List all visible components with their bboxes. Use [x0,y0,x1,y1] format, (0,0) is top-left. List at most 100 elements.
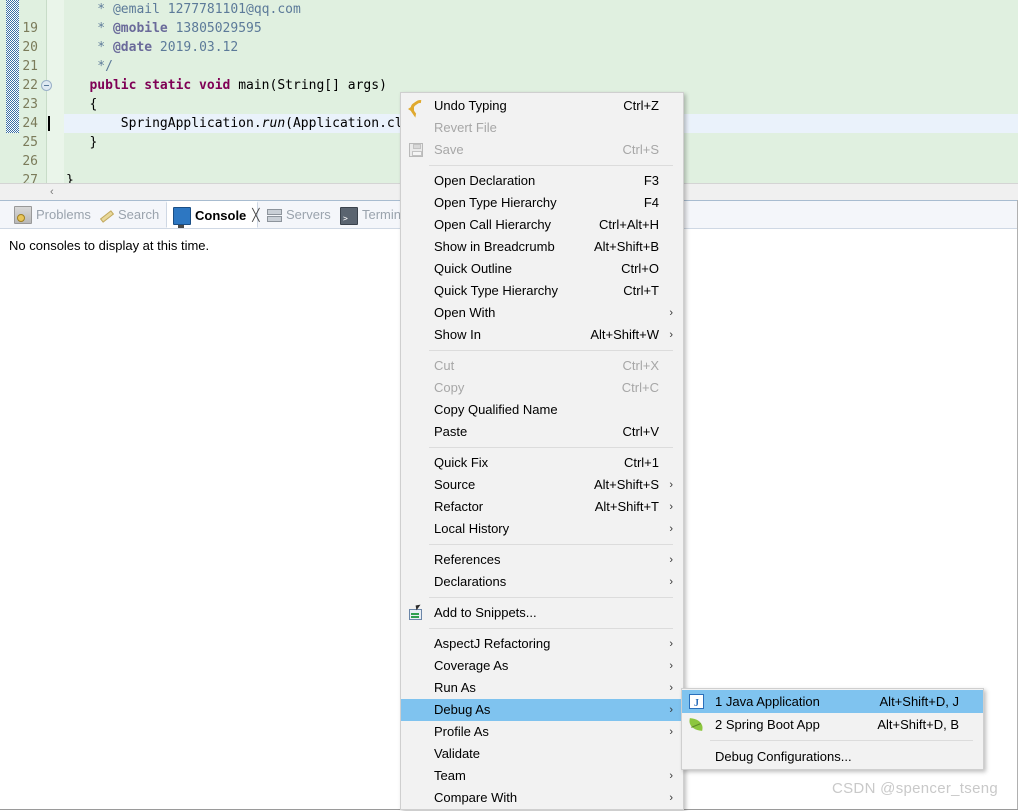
search-icon [98,207,114,223]
line-number: 23 [22,97,38,112]
menu-item-shortcut: F4 [643,195,659,210]
java-application-icon [689,692,704,715]
menu-item-label: Cut [434,358,455,373]
menu-item-show-in[interactable]: Show In Alt+Shift+W › [401,324,683,346]
menu-item-compare-with[interactable]: Compare With › [401,787,683,809]
tab-search[interactable]: Search [92,201,166,228]
menu-item-label: Open Declaration [434,173,536,188]
menu-item-label: Copy [434,380,465,395]
menu-item-debug-as[interactable]: Debug As › [401,699,683,721]
menu-item-label: Copy Qualified Name [434,402,558,417]
menu-item-label: Open With [434,305,496,320]
tab-label: Problems [36,207,91,222]
menu-item-label: Refactor [434,499,484,514]
chevron-right-icon: › [669,792,673,804]
close-icon[interactable]: ╳ [252,202,259,229]
menu-item-label: Save [434,142,464,157]
menu-item-shortcut: Ctrl+C [621,380,659,395]
menu-item-save: Save Ctrl+S [401,139,683,161]
menu-item-quick-fix[interactable]: Quick Fix Ctrl+1 [401,452,683,474]
menu-item-run-as[interactable]: Run As › [401,677,683,699]
menu-item-shortcut: Alt+Shift+S [593,477,659,492]
menu-item-copy-qualified-name[interactable]: Copy Qualified Name [401,399,683,421]
line-number: 26 [22,154,38,169]
menu-item-shortcut: Ctrl+V [622,424,659,439]
menu-item-label: Open Type Hierarchy [434,195,557,210]
menu-item-1-java-application[interactable]: 1 Java Application Alt+Shift+D, J [682,690,983,715]
undo-icon [408,99,424,113]
snippets-icon [408,604,424,621]
tab-servers[interactable]: Servers [260,201,336,228]
menu-item-label: Profile As [434,724,489,739]
menu-item-label: Debug As [434,702,491,717]
menu-item-shortcut: Ctrl+S [622,142,659,157]
code-text: * @mobile 13805029595 [66,21,262,36]
tab-label: Search [118,207,160,222]
menu-item-undo-typing[interactable]: Undo Typing Ctrl+Z [401,95,683,117]
problems-icon [14,205,32,224]
menu-item-add-to-snippets[interactable]: Add to Snippets... [401,602,683,624]
code-text: */ [66,59,113,74]
menu-item-declarations[interactable]: Declarations › [401,571,683,593]
menu-item-label: Run As [434,680,476,695]
code-line[interactable]: 20 * @date 2019.03.12 [0,38,1018,57]
debug-as-submenu[interactable]: 1 Java Application Alt+Shift+D, J 2 Spring… [681,688,984,770]
menu-item-open-type-hierarchy[interactable]: Open Type Hierarchy F4 [401,192,683,214]
chevron-right-icon: › [669,682,673,694]
menu-item-references[interactable]: References › [401,549,683,571]
tab-console[interactable]: Console ╳ [166,201,260,229]
code-line[interactable]: 19 * @mobile 13805029595 [0,19,1018,38]
spring-boot-icon [689,718,705,731]
menu-item-debug-configurations[interactable]: Debug Configurations... [682,745,983,768]
code-text: SpringApplication.run(Application.cl [66,116,403,131]
menu-item-label: Quick Outline [434,261,513,276]
menu-item-2-spring-boot-app[interactable]: 2 Spring Boot App Alt+Shift+D, B [682,713,983,736]
menu-item-label: Coverage As [434,658,509,673]
menu-item-quick-outline[interactable]: Quick Outline Ctrl+O [401,258,683,280]
chevron-right-icon: › [669,660,673,672]
fold-collapse-icon[interactable] [41,80,52,91]
menu-item-label: Debug Configurations... [715,749,852,764]
menu-item-shortcut: Alt+Shift+W [590,327,659,342]
line-number: 22 [22,78,38,93]
snippet-arrow-icon [415,604,422,611]
chevron-right-icon: › [669,554,673,566]
menu-item-source[interactable]: Source Alt+Shift+S › [401,474,683,496]
menu-item-label: Revert File [434,120,497,135]
menu-separator [429,447,673,448]
menu-separator [429,544,673,545]
watermark: CSDN @spencer_tseng [832,780,998,797]
menu-item-refactor[interactable]: Refactor Alt+Shift+T › [401,496,683,518]
menu-item-shortcut: Alt+Shift+D, B [877,717,959,732]
menu-item-label: Compare With [434,790,518,805]
tab-problems[interactable]: Problems [8,201,91,228]
menu-item-quick-type-hierarchy[interactable]: Quick Type Hierarchy Ctrl+T [401,280,683,302]
scroll-left-arrow-icon[interactable]: ‹ [50,186,54,198]
menu-item-show-in-breadcrumb[interactable]: Show in Breadcrumb Alt+Shift+B [401,236,683,258]
code-line[interactable]: * @email 1277781101@qq.com [0,0,1018,19]
menu-item-revert-file: Revert File [401,117,683,139]
menu-item-paste[interactable]: Paste Ctrl+V [401,421,683,443]
menu-item-label: Add to Snippets... [434,605,537,620]
menu-item-shortcut: Alt+Shift+D, J [879,694,959,709]
menu-item-label: Declarations [434,574,507,589]
menu-item-local-history[interactable]: Local History › [401,518,683,540]
menu-item-shortcut: Ctrl+T [623,283,659,298]
menu-item-team[interactable]: Team › [401,765,683,787]
menu-item-aspectj-refactoring[interactable]: AspectJ Refactoring › [401,633,683,655]
menu-item-label: Quick Type Hierarchy [434,283,559,298]
menu-item-open-declaration[interactable]: Open Declaration F3 [401,170,683,192]
menu-item-coverage-as[interactable]: Coverage As › [401,655,683,677]
menu-item-profile-as[interactable]: Profile As › [401,721,683,743]
chevron-right-icon: › [669,523,673,535]
tab-label: Servers [286,207,331,222]
menu-item-shortcut: Ctrl+O [621,261,659,276]
menu-item-open-call-hierarchy[interactable]: Open Call Hierarchy Ctrl+Alt+H [401,214,683,236]
line-number: 24 [22,116,38,131]
code-line[interactable]: 21 */ [0,57,1018,76]
menu-item-open-with[interactable]: Open With › [401,302,683,324]
menu-item-validate[interactable]: Validate [401,743,683,765]
editor-context-menu[interactable]: Undo Typing Ctrl+Z Revert File Save Ctrl+S Op… [400,92,684,810]
menu-separator [429,350,673,351]
menu-item-label: AspectJ Refactoring [434,636,551,651]
